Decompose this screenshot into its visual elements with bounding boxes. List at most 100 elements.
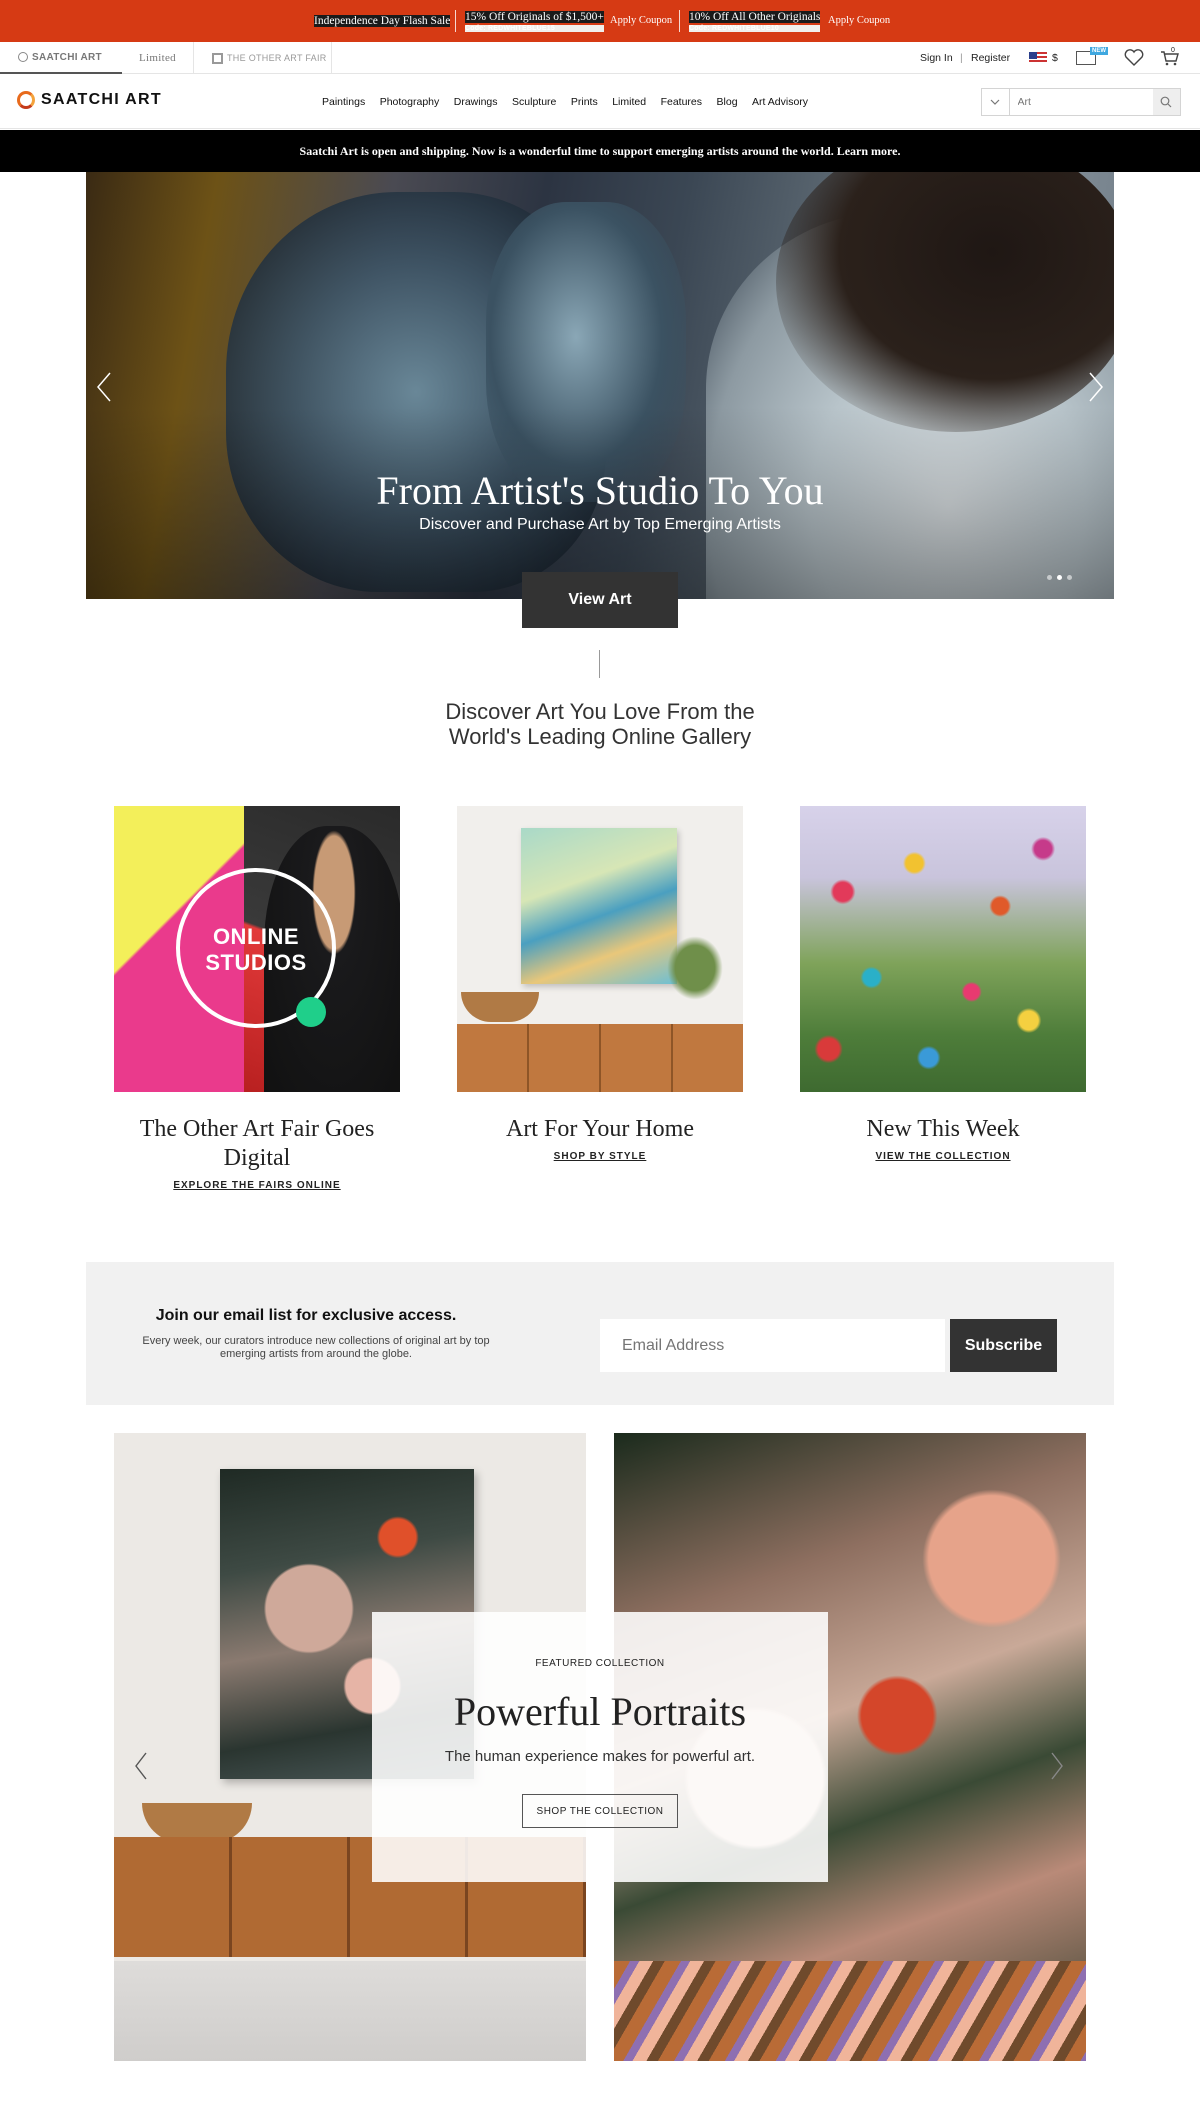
tab-saatchi-label: SAATCHI ART bbox=[32, 51, 102, 63]
carousel-prev-icon[interactable] bbox=[96, 372, 112, 402]
tile-other-art-fair-image[interactable]: ONLINE STUDIOS bbox=[114, 806, 400, 1092]
sign-in-link[interactable]: Sign In bbox=[920, 42, 953, 74]
nav-art-advisory[interactable]: Art Advisory bbox=[752, 96, 808, 108]
tile-3-title[interactable]: New This Week bbox=[800, 1115, 1086, 1144]
tile-credenza bbox=[457, 1024, 743, 1092]
promo-offer-2: 10% Off All Other Originals Code: REDWHI… bbox=[689, 0, 821, 42]
view-art-button[interactable]: View Art bbox=[522, 572, 678, 628]
promo-bar: Independence Day Flash Sale 15% Off Orig… bbox=[0, 0, 1200, 42]
featured-brushstrokes bbox=[614, 1961, 1086, 2061]
tagline: Discover Art You Love From the World's L… bbox=[350, 699, 850, 749]
auth-divider: | bbox=[960, 52, 963, 64]
search-bar bbox=[981, 88, 1181, 116]
nav-links: Paintings Photography Drawings Sculpture… bbox=[322, 74, 823, 129]
subscribe-button[interactable]: Subscribe bbox=[950, 1319, 1057, 1372]
tile-new-this-week-image[interactable] bbox=[800, 806, 1086, 1092]
apply-coupon-2-link[interactable]: Apply Coupon bbox=[828, 0, 890, 42]
hero-title: From Artist's Studio To You bbox=[376, 468, 824, 513]
promo-offer-2-text: 10% Off All Other Originals bbox=[689, 10, 821, 23]
tab-limited-label: Limited bbox=[139, 52, 176, 64]
tile-1-title[interactable]: The Other Art Fair Goes Digital bbox=[114, 1115, 400, 1173]
nav-blog[interactable]: Blog bbox=[717, 96, 738, 108]
tagline-line-2: World's Leading Online Gallery bbox=[448, 724, 752, 749]
shop-collection-button[interactable]: SHOP THE COLLECTION bbox=[522, 1794, 678, 1828]
featured-description: The human experience makes for powerful … bbox=[444, 1748, 756, 1765]
promo-separator bbox=[455, 10, 456, 32]
nav-sculpture[interactable]: Sculpture bbox=[512, 96, 556, 108]
chevron-down-icon bbox=[990, 99, 1000, 105]
new-badge: NEW bbox=[1090, 47, 1108, 55]
heart-icon bbox=[1124, 49, 1144, 66]
featured-next-icon[interactable] bbox=[1050, 1752, 1064, 1780]
divider-line bbox=[599, 650, 600, 678]
search-input[interactable] bbox=[1009, 89, 1153, 115]
search-category-dropdown[interactable] bbox=[982, 89, 1010, 115]
carousel-dot[interactable] bbox=[1067, 575, 1072, 580]
email-heading: Join our email list for exclusive access… bbox=[155, 1307, 457, 1324]
carousel-next-icon[interactable] bbox=[1088, 372, 1104, 402]
tile-art-for-home-image[interactable] bbox=[457, 806, 743, 1092]
promo-offer-1-text: 15% Off Originals of $1,500+ bbox=[465, 10, 604, 23]
hero-carousel[interactable]: From Artist's Studio To You Discover and… bbox=[86, 172, 1114, 599]
cart-icon bbox=[1161, 51, 1179, 66]
tab-fair-label: THE OTHER ART FAIR bbox=[227, 53, 327, 63]
tile-1-link[interactable]: EXPLORE THE FAIRS ONLINE bbox=[114, 1180, 400, 1191]
saatchi-logo-icon bbox=[17, 91, 35, 109]
saatchi-logo[interactable]: SAATCHI ART bbox=[17, 91, 162, 109]
tile-painting bbox=[521, 828, 677, 984]
nav-features[interactable]: Features bbox=[661, 96, 702, 108]
online-studios-label: ONLINE STUDIOS bbox=[205, 924, 307, 975]
featured-floor bbox=[114, 1961, 586, 2061]
promo-offer-1: 15% Off Originals of $1,500+ Code: REDWH… bbox=[465, 0, 604, 42]
promo-flash: Independence Day Flash Sale bbox=[314, 0, 451, 42]
nav-drawings[interactable]: Drawings bbox=[454, 96, 498, 108]
email-signup: Join our email list for exclusive access… bbox=[86, 1262, 1114, 1405]
fair-logo-icon bbox=[212, 52, 223, 64]
utility-bar: SAATCHI ART Limited THE OTHER ART FAIR S… bbox=[0, 42, 1200, 74]
logo-text: SAATCHI ART bbox=[41, 91, 162, 108]
saatchi-small-logo-icon bbox=[18, 52, 28, 62]
featured-label: FEATURED COLLECTION bbox=[535, 1658, 665, 1669]
nav-photography[interactable]: Photography bbox=[380, 96, 440, 108]
register-link[interactable]: Register bbox=[971, 42, 1010, 74]
shipping-info-bar[interactable]: Saatchi Art is open and shipping. Now is… bbox=[0, 130, 1200, 172]
hero-subtitle: Discover and Purchase Art by Top Emergin… bbox=[419, 516, 781, 533]
tab-saatchi-art[interactable]: SAATCHI ART bbox=[0, 42, 122, 74]
apply-coupon-1-link[interactable]: Apply Coupon bbox=[610, 0, 672, 42]
online-studios-dot bbox=[296, 997, 326, 1027]
tab-other-art-fair[interactable]: THE OTHER ART FAIR bbox=[194, 42, 332, 74]
featured-title: Powerful Portraits bbox=[453, 1689, 747, 1734]
search-button[interactable] bbox=[1152, 89, 1180, 115]
cart-count: 0 bbox=[1171, 47, 1175, 54]
carousel-dot[interactable] bbox=[1047, 575, 1052, 580]
promo-flash-text: Independence Day Flash Sale bbox=[314, 15, 451, 27]
new-feature-button[interactable]: NEW bbox=[1076, 42, 1108, 74]
email-field[interactable] bbox=[600, 1319, 945, 1372]
carousel-dots bbox=[1042, 575, 1072, 580]
tile-2-link[interactable]: SHOP BY STYLE bbox=[457, 1151, 743, 1162]
currency-label: $ bbox=[1052, 52, 1058, 64]
nav-limited[interactable]: Limited bbox=[612, 96, 646, 108]
main-nav: SAATCHI ART Paintings Photography Drawin… bbox=[0, 74, 1200, 129]
tile-flowers bbox=[800, 806, 1086, 1092]
nav-paintings[interactable]: Paintings bbox=[322, 96, 365, 108]
promo-separator bbox=[679, 10, 680, 32]
email-description: Every week, our curators introduce new c… bbox=[142, 1335, 490, 1360]
search-icon bbox=[1160, 96, 1172, 108]
tab-limited[interactable]: Limited bbox=[122, 42, 194, 74]
us-flag-icon bbox=[1029, 52, 1047, 64]
favorites-button[interactable] bbox=[1124, 42, 1144, 74]
featured-collection-panel: FEATURED COLLECTION Powerful Portraits T… bbox=[372, 1612, 828, 1882]
tile-2-title[interactable]: Art For Your Home bbox=[457, 1115, 743, 1144]
region-selector[interactable]: $ bbox=[1029, 42, 1058, 74]
tagline-line-1: Discover Art You Love From the bbox=[445, 699, 755, 724]
carousel-dot[interactable] bbox=[1057, 575, 1062, 580]
tile-plant bbox=[667, 936, 723, 1000]
cart-button[interactable]: 0 bbox=[1160, 42, 1180, 74]
nav-prints[interactable]: Prints bbox=[571, 96, 598, 108]
featured-prev-icon[interactable] bbox=[134, 1752, 148, 1780]
tile-bowl bbox=[461, 992, 539, 1022]
promo-code-2: Code: REDWHITEBLUE10 bbox=[689, 24, 821, 32]
promo-code-1: Code: REDWHITEBLUE15 bbox=[465, 24, 604, 32]
tile-3-link[interactable]: VIEW THE COLLECTION bbox=[800, 1151, 1086, 1162]
